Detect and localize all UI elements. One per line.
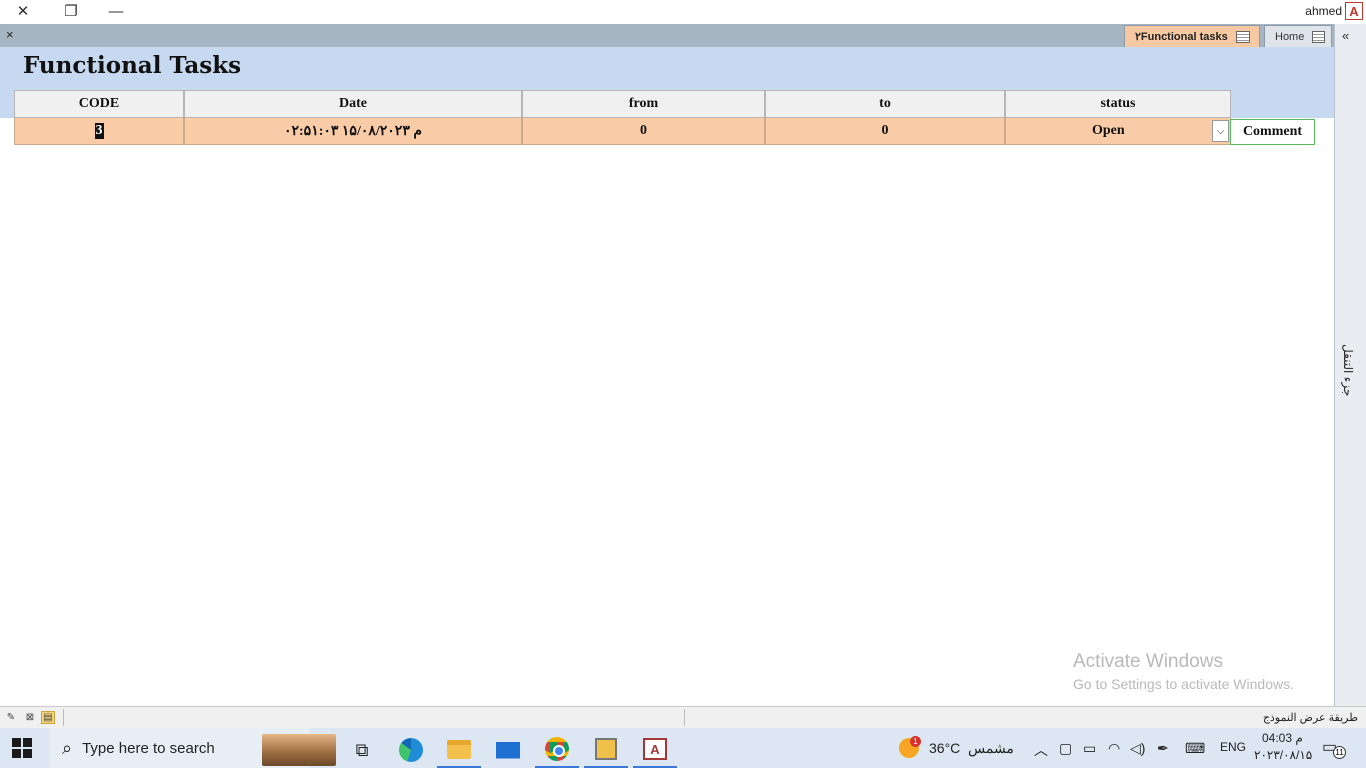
form-icon	[1235, 30, 1250, 43]
file-explorer-icon[interactable]	[437, 732, 481, 768]
form-icon	[1312, 30, 1325, 43]
access-logo-icon: A	[1345, 2, 1363, 20]
language-indicator[interactable]: ENG	[1220, 740, 1246, 754]
tools-app-icon[interactable]	[584, 732, 628, 768]
volume-icon[interactable]: ◁)	[1130, 740, 1145, 757]
status-bar: ✎ ⊠ ▤ طريقة عرض النموذج	[0, 706, 1366, 728]
activation-watermark-title: Activate Windows	[1073, 651, 1223, 672]
pen-icon[interactable]: ✒	[1157, 740, 1169, 757]
keyboard-icon[interactable]: ⌨	[1185, 740, 1205, 757]
column-header-to: to	[765, 90, 1005, 118]
activation-watermark-text: Go to Settings to activate Windows.	[1073, 676, 1294, 692]
column-header-from: from	[522, 90, 765, 118]
column-header-status: status	[1005, 90, 1231, 118]
chevron-up-icon[interactable]: ︿	[1034, 740, 1048, 760]
status-divider	[63, 709, 64, 726]
cell-from[interactable]: 0	[522, 118, 765, 145]
cell-date[interactable]: ۰۲:۵۱:۰۳ ۱۵/۰۸/۲۰۲۳ م	[184, 118, 522, 145]
notification-count: 11	[1333, 746, 1346, 759]
chrome-icon[interactable]	[535, 732, 579, 768]
search-placeholder: Type here to search	[82, 739, 215, 757]
status-divider	[684, 709, 685, 726]
nav-pane-label: جزء التنقل	[1341, 344, 1355, 397]
weather-temperature[interactable]: 36°C	[929, 740, 960, 756]
design-view-icon[interactable]: ✎	[4, 711, 18, 724]
user-name: ahmed	[1305, 4, 1342, 18]
cell-to[interactable]: 0	[765, 118, 1005, 145]
clock-date[interactable]: ۲۰۲۳/۰۸/۱۵	[1254, 748, 1312, 762]
restore-window-button[interactable]: ❐	[48, 0, 94, 22]
clock-time[interactable]: 04:03 م	[1262, 731, 1303, 745]
search-icon: ⌕	[62, 737, 73, 758]
column-header-date: Date	[184, 90, 522, 118]
tab-label: ۲Functional tasks	[1135, 31, 1228, 43]
column-header-code: CODE	[14, 90, 184, 118]
tab-home[interactable]: Home	[1264, 25, 1332, 47]
weather-badge: 1	[910, 736, 921, 747]
weather-description[interactable]: مشمس	[968, 740, 1014, 757]
wifi-icon[interactable]: ◠	[1108, 740, 1120, 757]
taskbar: ⌕ Type here to search ⧉ A 1 36°C مشمس ︿ …	[0, 728, 1366, 768]
form-title: Functional Tasks	[23, 52, 242, 79]
mail-icon[interactable]	[486, 732, 530, 768]
expand-nav-icon[interactable]: «	[1342, 28, 1349, 43]
cell-status[interactable]: Open	[1005, 118, 1231, 145]
search-highlight-image[interactable]	[262, 734, 336, 766]
task-view-icon[interactable]: ⧉	[340, 732, 384, 768]
minimize-window-button[interactable]: —	[93, 0, 139, 22]
layout-view-icon[interactable]: ⊠	[23, 711, 37, 724]
tab-functional-tasks[interactable]: ۲Functional tasks	[1124, 25, 1260, 47]
battery-icon[interactable]: ▭	[1083, 740, 1096, 757]
code-value: 3	[94, 123, 104, 139]
form-view-icon[interactable]: ▤	[41, 711, 55, 724]
edge-browser-icon[interactable]	[389, 732, 433, 768]
tab-label: Home	[1275, 30, 1305, 43]
status-dropdown-chevron-down-icon[interactable]: ⌵	[1212, 120, 1229, 142]
meet-icon[interactable]: ▢	[1059, 740, 1072, 757]
close-window-button[interactable]: ✕	[0, 0, 46, 22]
cell-code[interactable]: 3	[14, 118, 184, 145]
view-mode-text: طريقة عرض النموذج	[1262, 712, 1358, 724]
title-bar: ✕ ❐ — ahmed A	[0, 0, 1366, 24]
access-app-icon[interactable]: A	[633, 732, 677, 768]
document-tab-strip: × ۲Functional tasks Home	[0, 24, 1334, 47]
navigation-pane[interactable]: « جزء التنقل	[1334, 24, 1366, 706]
windows-start-icon[interactable]	[12, 738, 32, 758]
comment-button[interactable]: Comment	[1230, 119, 1315, 145]
close-document-icon[interactable]: ×	[6, 27, 14, 42]
